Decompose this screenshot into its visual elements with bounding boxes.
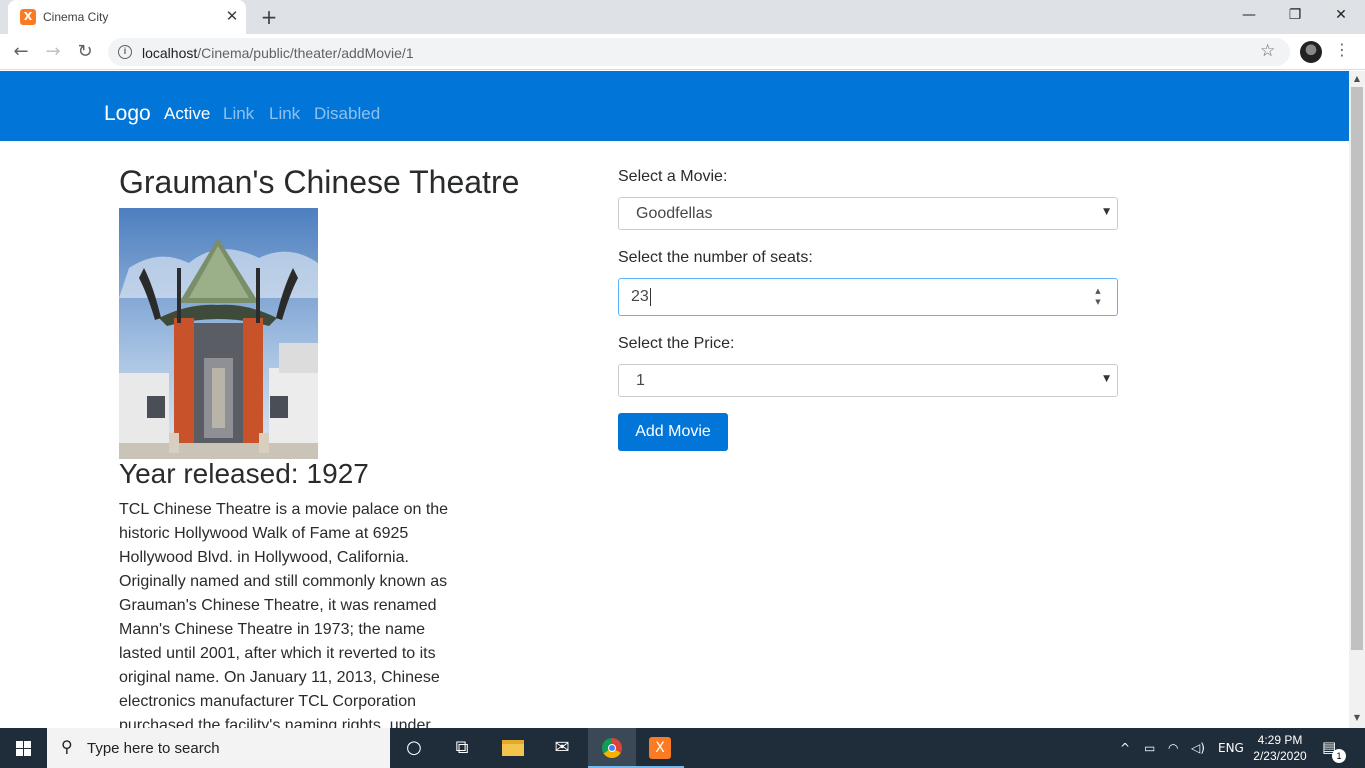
seats-input-value: 23 [631,288,651,306]
reload-icon[interactable]: ↻ [73,40,97,64]
page-scrollbar[interactable]: ▲ ▼ [1349,71,1365,728]
url-path: /Cinema/public/theater/addMovie/1 [197,45,414,61]
search-icon: ⚲ [61,737,73,756]
taskbar-clock[interactable]: 4:29 PM 2/23/2020 [1252,732,1308,764]
browser-tab[interactable]: X Cinema City ✕ [8,0,246,34]
file-explorer-icon[interactable] [489,728,537,768]
forward-arrow-icon[interactable]: → [41,40,65,64]
show-hidden-icons-icon[interactable]: ^ [1120,728,1130,768]
number-spinner[interactable]: ▲ ▼ [1093,286,1103,308]
mail-icon[interactable]: ✉ [538,728,586,768]
year-value: 1927 [306,458,369,489]
start-button[interactable] [0,728,47,768]
tab-close-icon[interactable]: ✕ [222,6,242,26]
year-released: Year released: 1927 [119,458,369,490]
spin-up-icon[interactable]: ▲ [1093,286,1103,297]
seats-input[interactable]: 23 ▲ ▼ [618,278,1118,316]
xampp-icon[interactable]: X [636,728,684,768]
more-menu-icon[interactable]: ⋮ [1334,40,1350,59]
clock-time: 4:29 PM [1257,733,1303,747]
movie-select-value: Goodfellas [636,205,713,222]
wifi-icon[interactable]: ◠ [1168,728,1178,768]
minimize-button[interactable]: — [1226,4,1272,26]
nav-link-disabled: Disabled [314,104,381,123]
nav-link-1[interactable]: Link [223,104,254,124]
taskbar-search[interactable]: ⚲ Type here to search [47,728,390,768]
scroll-down-icon[interactable]: ▼ [1352,713,1362,722]
task-view-icon[interactable]: ⧉ [438,728,486,768]
page-viewport: Logo Active Link Link Disabled Grauman's… [0,71,1349,728]
chevron-down-icon: ▼ [1103,207,1110,217]
theater-photo [119,208,318,459]
seats-input-label: Select the number of seats: [618,249,813,266]
windows-taskbar: ⚲ Type here to search ○ ⧉ ✉ X ^ ▭ ◠ ◁) E… [0,728,1365,768]
text-cursor [649,288,651,306]
nav-link-active[interactable]: Active [164,104,210,124]
close-window-button[interactable]: ✕ [1318,4,1364,26]
browser-toolbar: ← → ↻ i localhost/Cinema/public/theater/… [0,34,1365,70]
new-tab-button[interactable]: + [258,6,280,28]
notification-count-badge: 1 [1332,749,1346,763]
xampp-favicon-icon: X [20,9,36,25]
tab-title: Cinema City [43,10,109,24]
url-text[interactable]: localhost/Cinema/public/theater/addMovie… [142,45,414,61]
nav-link-2[interactable]: Link [269,104,300,124]
price-select-label: Select the Price: [618,335,735,352]
navbar-logo[interactable]: Logo [104,102,151,126]
scroll-up-icon[interactable]: ▲ [1352,74,1362,83]
address-bar[interactable]: i localhost/Cinema/public/theater/addMov… [108,38,1290,66]
price-select[interactable]: 1 ▼ [618,364,1118,397]
clock-date: 2/23/2020 [1253,749,1307,763]
spin-down-icon[interactable]: ▼ [1093,297,1103,308]
cortana-icon[interactable]: ○ [390,728,438,768]
bookmark-star-icon[interactable]: ☆ [1260,41,1275,61]
site-navbar: Logo Active Link Link Disabled [0,71,1349,141]
chevron-down-icon: ▼ [1103,374,1110,384]
taskbar-search-placeholder: Type here to search [87,740,220,757]
movie-select[interactable]: Goodfellas ▼ [618,197,1118,230]
language-indicator[interactable]: ENG [1218,728,1244,768]
seats-value-text: 23 [631,288,649,306]
site-info-icon[interactable]: i [118,45,132,59]
add-movie-button[interactable]: Add Movie [618,413,728,451]
browser-tab-strip: X Cinema City ✕ + — ❐ ✕ [0,0,1365,34]
chrome-icon[interactable] [588,728,636,768]
movie-select-label: Select a Movie: [618,168,728,185]
theater-description: TCL Chinese Theatre is a movie palace on… [119,501,449,728]
restore-button[interactable]: ❐ [1272,4,1318,26]
theater-title: Grauman's Chinese Theatre [119,164,520,200]
battery-icon[interactable]: ▭ [1144,728,1155,768]
profile-avatar[interactable] [1300,41,1322,63]
year-label: Year released: [119,458,299,489]
url-host: localhost [142,45,198,61]
back-arrow-icon[interactable]: ← [9,40,33,64]
volume-icon[interactable]: ◁) [1191,728,1205,768]
scroll-thumb[interactable] [1351,87,1363,650]
windows-logo-icon [16,741,31,756]
price-select-value: 1 [636,372,645,389]
